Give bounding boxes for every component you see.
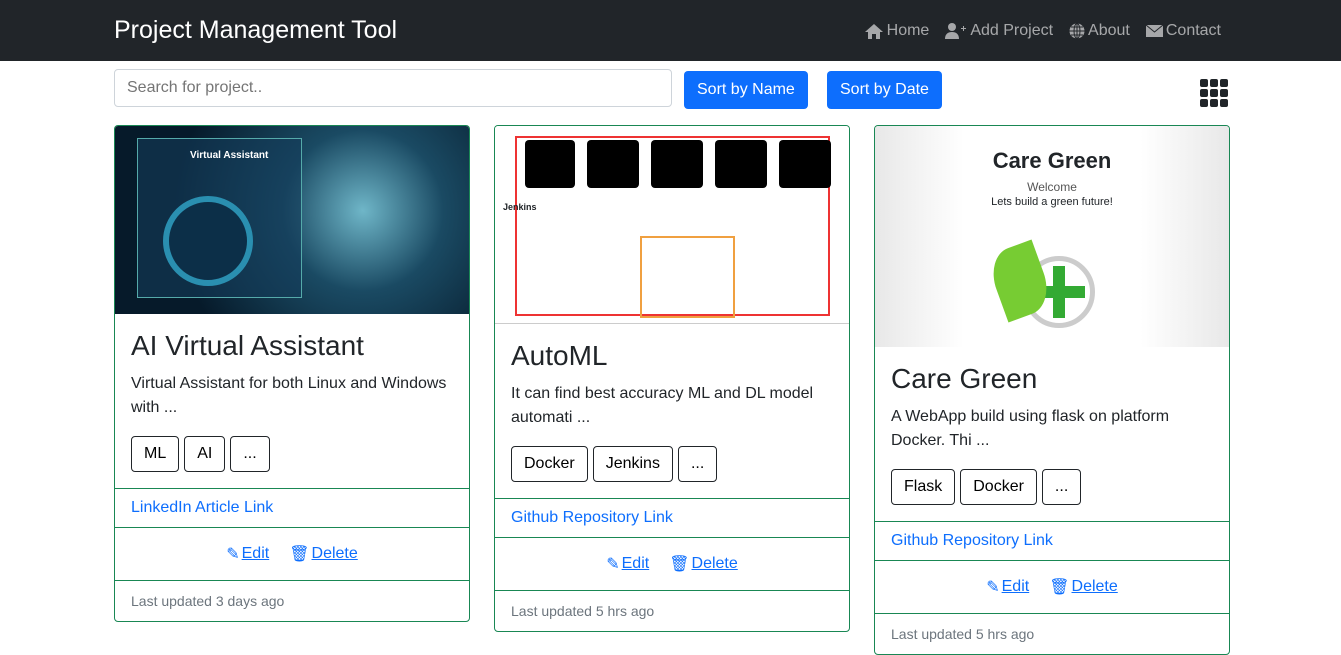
project-image: Virtual Assistant	[115, 126, 469, 314]
edit-icon: ✎	[606, 556, 620, 573]
last-updated: Last updated 5 hrs ago	[495, 590, 849, 631]
delete-button[interactable]: 🗑 Delete	[289, 544, 358, 564]
image-caption: Jenkins	[503, 202, 537, 212]
edit-label: Edit	[1001, 578, 1030, 595]
nav-label: Home	[886, 21, 930, 39]
home-icon	[864, 23, 883, 39]
search-input[interactable]	[114, 69, 672, 107]
delete-label: Delete	[311, 545, 358, 562]
last-updated: Last updated 5 hrs ago	[875, 613, 1229, 654]
card-title: AutoML	[511, 340, 608, 371]
delete-label: Delete	[1071, 578, 1118, 595]
trash-icon: 🗑	[669, 556, 690, 573]
navbar: Project Management Tool Home Add Project…	[0, 0, 1341, 61]
nav-contact[interactable]: Contact	[1145, 21, 1221, 40]
image-caption: Lets build a green future!	[991, 196, 1113, 208]
image-caption: Care Green	[992, 148, 1112, 173]
tag[interactable]: Jenkins	[592, 446, 673, 482]
project-card: Jenkins AutoML It can find best accuracy…	[494, 125, 850, 632]
edit-button[interactable]: ✎ Edit	[226, 544, 269, 564]
edit-icon: ✎	[226, 546, 240, 563]
project-image: Care Green Welcome Lets build a green fu…	[875, 126, 1229, 347]
user-plus-icon	[945, 22, 967, 39]
tag[interactable]: Docker	[960, 469, 1037, 505]
nav-label: About	[1088, 21, 1130, 39]
delete-button[interactable]: 🗑 Delete	[1049, 577, 1118, 597]
brand[interactable]: Project Management Tool	[114, 16, 397, 45]
grid-icon[interactable]	[1200, 79, 1228, 107]
envelope-icon	[1145, 24, 1163, 37]
sort-by-date-button[interactable]: Sort by Date	[827, 71, 942, 109]
delete-button[interactable]: 🗑 Delete	[669, 554, 738, 574]
more-tags[interactable]: ...	[230, 436, 270, 472]
nav-label: Contact	[1165, 21, 1221, 39]
image-caption: Virtual Assistant	[190, 150, 269, 161]
project-link[interactable]: Github Repository Link	[891, 532, 1053, 549]
nav-label: Add Project	[970, 21, 1054, 39]
card-description: A WebApp build using flask on platform D…	[891, 408, 1170, 449]
trash-icon: 🗑	[1049, 579, 1070, 596]
project-card: Care Green Welcome Lets build a green fu…	[874, 125, 1230, 655]
project-image: Jenkins	[495, 126, 849, 324]
last-updated: Last updated 3 days ago	[115, 580, 469, 621]
tag[interactable]: Flask	[891, 469, 956, 505]
project-link[interactable]: LinkedIn Article Link	[131, 499, 273, 516]
edit-label: Edit	[621, 555, 650, 572]
project-link[interactable]: Github Repository Link	[511, 509, 673, 526]
image-caption: Welcome	[1027, 180, 1077, 194]
tag[interactable]: Docker	[511, 446, 588, 482]
project-card: Virtual Assistant AI Virtual Assistant V…	[114, 125, 470, 622]
more-tags[interactable]: ...	[1041, 469, 1082, 505]
tag[interactable]: AI	[184, 436, 226, 472]
edit-label: Edit	[241, 545, 270, 562]
nav-add-project[interactable]: Add Project	[945, 22, 1053, 40]
delete-label: Delete	[691, 555, 738, 572]
globe-icon	[1069, 22, 1086, 39]
sort-by-name-button[interactable]: Sort by Name	[684, 71, 808, 109]
edit-button[interactable]: ✎ Edit	[986, 577, 1029, 597]
card-title: Care Green	[891, 363, 1038, 394]
trash-icon: 🗑	[289, 546, 310, 563]
card-description: It can find best accuracy ML and DL mode…	[511, 385, 814, 426]
edit-icon: ✎	[986, 579, 1000, 596]
card-description: Virtual Assistant for both Linux and Win…	[131, 375, 447, 416]
card-title: AI Virtual Assistant	[131, 330, 364, 361]
nav-about[interactable]: About	[1069, 22, 1130, 40]
edit-button[interactable]: ✎ Edit	[606, 554, 649, 574]
more-tags[interactable]: ...	[677, 446, 718, 482]
tag[interactable]: ML	[131, 436, 180, 472]
nav-home[interactable]: Home	[864, 21, 930, 40]
